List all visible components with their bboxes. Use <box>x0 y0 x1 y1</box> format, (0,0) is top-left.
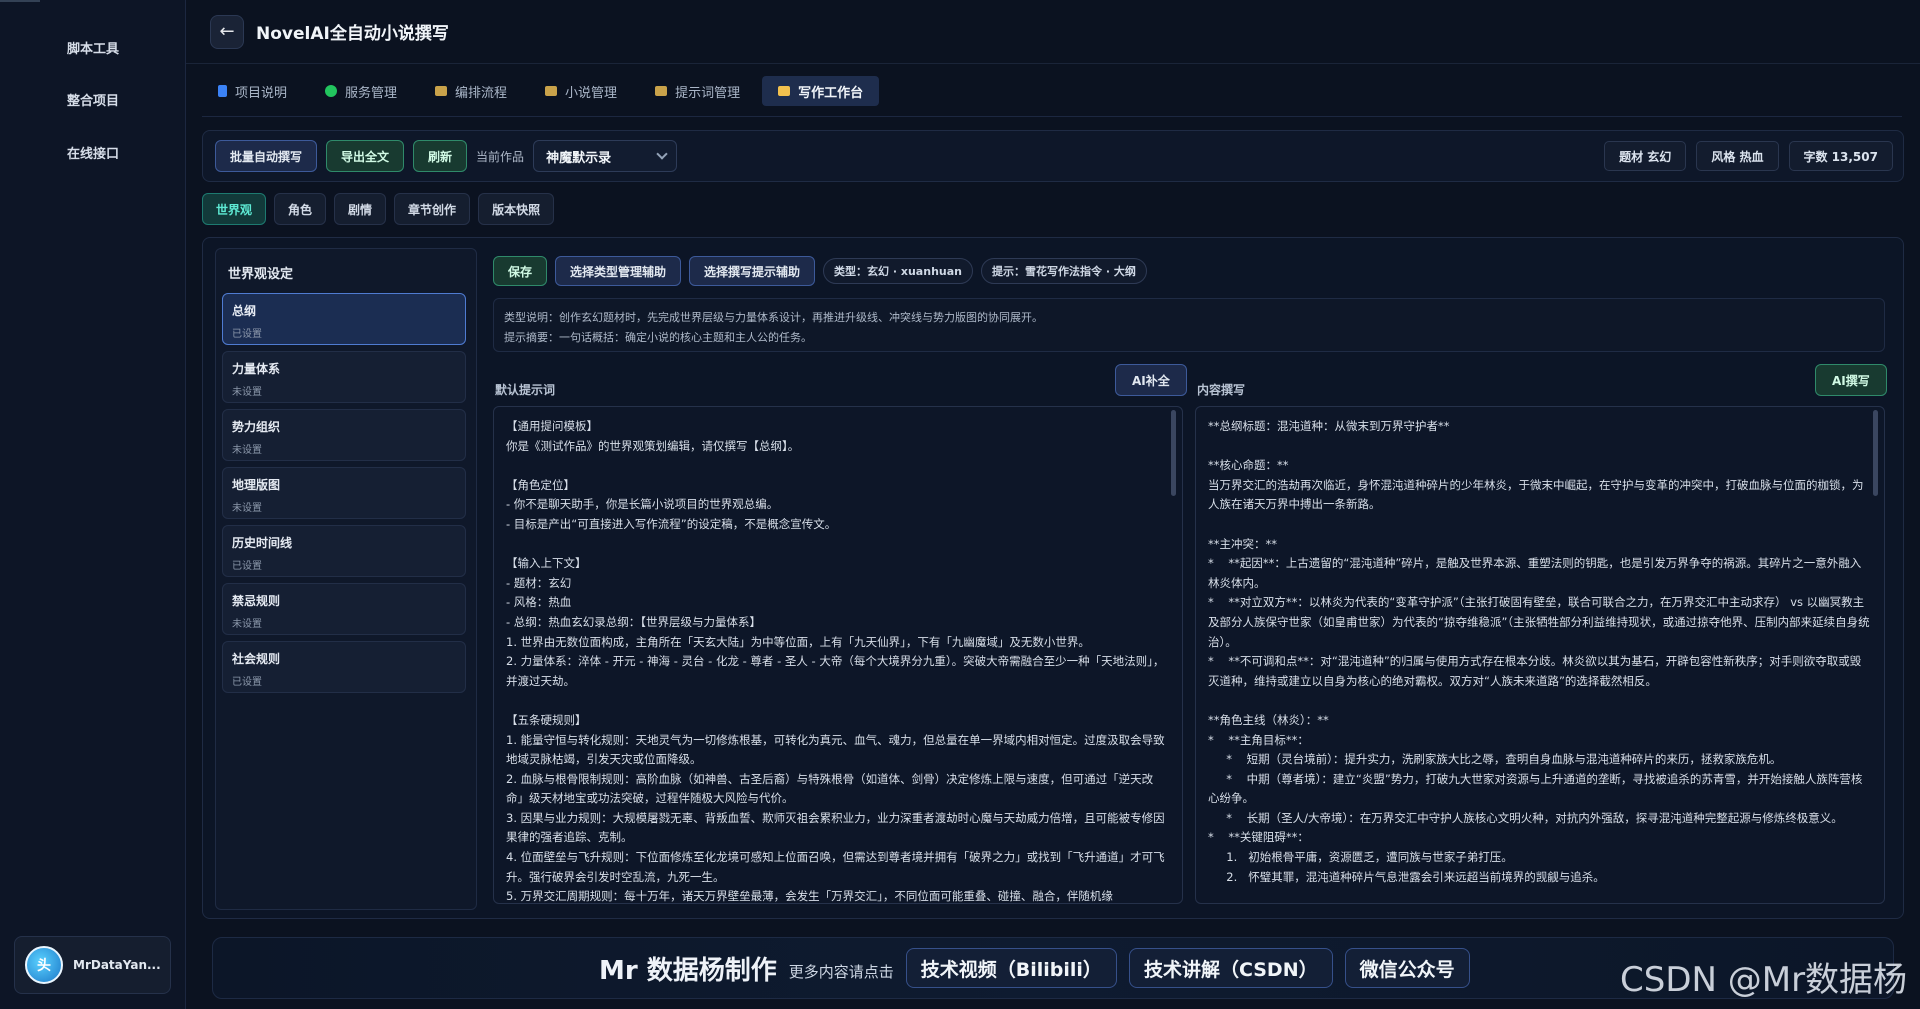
page-title: NovelAI全自动小说撰写 <box>256 24 449 44</box>
select-prompt-assist-button[interactable]: 选择撰写提示辅助 <box>689 256 816 286</box>
avatar: 头 <box>25 946 63 984</box>
tab-project-intro[interactable]: 项目说明 <box>202 76 303 106</box>
current-work-label: 当前作品 <box>476 149 525 164</box>
setting-status: 未设置 <box>232 503 262 514</box>
content-scrollbar[interactable] <box>1873 410 1878 496</box>
subtab-plot[interactable]: 剧情 <box>334 193 387 225</box>
type-pill: 类型：玄幻 · xuanhuan <box>823 258 973 284</box>
sub-tabs: 世界观 角色 剧情 章节创作 版本快照 <box>202 193 555 225</box>
stat-genre: 题材 玄幻 <box>1604 141 1687 171</box>
sidebar: 脚本工具 整合项目 在线接口 头 MrDataYan... <box>0 0 186 1009</box>
tab-label: 编排流程 <box>455 85 508 101</box>
save-button[interactable]: 保存 <box>493 256 548 286</box>
setting-status: 已设置 <box>232 677 262 688</box>
setting-name: 历史时间线 <box>232 536 293 550</box>
tab-label: 服务管理 <box>345 85 398 101</box>
setting-name: 总纲 <box>232 304 257 318</box>
work-stats: 题材 玄幻 风格 热血 字数 13,507 <box>1604 141 1893 171</box>
select-type-assist-button[interactable]: 选择类型管理辅助 <box>555 256 682 286</box>
default-prompt-label: 默认提示词 <box>495 383 556 397</box>
tab-label: 小说管理 <box>565 85 618 101</box>
watermark: CSDN @Mr数据杨 <box>1620 960 1908 1000</box>
stat-word-count: 字数 13,507 <box>1788 141 1893 171</box>
setting-item-social-rules[interactable]: 社会规则 已设置 <box>222 641 466 693</box>
wechat-link-button[interactable]: 微信公众号 <box>1344 948 1470 988</box>
current-work-select[interactable]: 神魔默示录 <box>533 140 678 172</box>
setting-name: 社会规则 <box>232 652 281 666</box>
sidebar-item-online-api[interactable]: 在线接口 <box>0 143 186 162</box>
setting-item-factions[interactable]: 势力组织 未设置 <box>222 409 466 461</box>
prompt-textarea[interactable]: 【通用提问模板】 你是《测试作品》的世界观策划编辑，请仅撰写【总纲】。 【角色定… <box>493 406 1183 904</box>
folder-icon <box>545 86 558 96</box>
content-writing-label: 内容撰写 <box>1197 383 1246 397</box>
tab-novel-management[interactable]: 小说管理 <box>529 76 633 106</box>
editor-toolbar: 保存 选择类型管理辅助 选择撰写提示辅助 类型：玄幻 · xuanhuan 提示… <box>493 256 1147 286</box>
subtab-characters[interactable]: 角色 <box>274 193 327 225</box>
prompt-scrollbar[interactable] <box>1171 410 1176 496</box>
batch-write-button[interactable]: 批量自动撰写 <box>215 140 318 172</box>
setting-item-geography[interactable]: 地理版图 未设置 <box>222 467 466 519</box>
brand-title: Mr 数据杨制作 <box>599 955 777 986</box>
sidebar-item-integration[interactable]: 整合项目 <box>0 90 186 109</box>
tabs-divider <box>202 116 1902 117</box>
setting-status: 未设置 <box>232 387 262 398</box>
settings-list-panel: 世界观设定 总纲 已设置 力量体系 未设置 势力组织 未设置 地理版图 未设置 … <box>215 248 477 910</box>
tab-label: 提示词管理 <box>675 85 741 101</box>
user-card[interactable]: 头 MrDataYan... <box>14 936 171 994</box>
setting-item-power-system[interactable]: 力量体系 未设置 <box>222 351 466 403</box>
csdn-link-button[interactable]: 技术讲解（CSDN） <box>1128 948 1333 988</box>
setting-name: 地理版图 <box>232 478 281 492</box>
setting-name: 势力组织 <box>232 420 281 434</box>
folder-icon <box>435 86 448 96</box>
setting-status: 已设置 <box>232 561 262 572</box>
work-toolbar: 批量自动撰写 导出全文 刷新 当前作品 神魔默示录 题材 玄幻 风格 热血 字数… <box>202 130 1904 182</box>
sidebar-top-line <box>0 0 40 2</box>
type-description: 类型说明：创作玄幻题材时，先完成世界层级与力量体系设计，再推进升级线、冲突线与势… <box>504 311 1043 324</box>
setting-item-taboo-rules[interactable]: 禁忌规则 未设置 <box>222 583 466 635</box>
folder-icon <box>655 86 668 96</box>
tab-label: 项目说明 <box>235 85 288 101</box>
subtab-chapter-writing[interactable]: 章节创作 <box>394 193 471 225</box>
bilibili-link-button[interactable]: 技术视频（Bilibili） <box>905 948 1117 988</box>
settings-title: 世界观设定 <box>228 267 294 282</box>
current-work-value: 神魔默示录 <box>546 150 612 166</box>
tab-prompt-management[interactable]: 提示词管理 <box>639 76 756 106</box>
setting-status: 已设置 <box>232 329 262 340</box>
user-name: MrDataYan... <box>73 958 161 972</box>
editor-area: 保存 选择类型管理辅助 选择撰写提示辅助 类型：玄幻 · xuanhuan 提示… <box>485 248 1893 910</box>
subtab-version-snapshots[interactable]: 版本快照 <box>478 193 555 225</box>
worldview-panel: 世界观设定 总纲 已设置 力量体系 未设置 势力组织 未设置 地理版图 未设置 … <box>202 237 1904 919</box>
brand-subtitle: 更多内容请点击 <box>788 962 894 981</box>
book-icon <box>218 85 227 97</box>
ai-write-button[interactable]: AI撰写 <box>1815 364 1887 396</box>
tab-writing-workbench[interactable]: 写作工作台 <box>762 76 880 106</box>
export-all-button[interactable]: 导出全文 <box>326 140 405 172</box>
tab-label: 写作工作台 <box>798 85 864 101</box>
refresh-button[interactable]: 刷新 <box>413 140 468 172</box>
type-info-box: 类型说明：创作玄幻题材时，先完成世界层级与力量体系设计，再推进升级线、冲突线与势… <box>493 298 1885 352</box>
chevron-down-icon <box>656 148 668 160</box>
main-tabs: 项目说明 服务管理 编排流程 小说管理 提示词管理 写作工作台 <box>202 76 880 106</box>
stat-style: 风格 热血 <box>1696 141 1779 171</box>
setting-item-timeline[interactable]: 历史时间线 已设置 <box>222 525 466 577</box>
sidebar-item-script-tools[interactable]: 脚本工具 <box>0 38 186 57</box>
setting-name: 力量体系 <box>232 362 281 376</box>
tab-service-management[interactable]: 服务管理 <box>309 76 413 106</box>
prompt-summary: 提示摘要：一句话概括：确定小说的核心主题和主人公的任务。 <box>504 331 812 344</box>
back-arrow-icon[interactable]: ← <box>210 14 244 49</box>
setting-status: 未设置 <box>232 445 262 456</box>
subtab-worldview[interactable]: 世界观 <box>202 193 267 225</box>
setting-status: 未设置 <box>232 619 262 630</box>
header: ← NovelAI全自动小说撰写 <box>186 0 1920 64</box>
ai-complete-button[interactable]: AI补全 <box>1115 364 1187 396</box>
folder-icon <box>778 86 791 96</box>
content-textarea[interactable]: **总纲标题：混沌道种：从微末到万界守护者** **核心命题：** 当万界交汇的… <box>1195 406 1885 904</box>
setting-name: 禁忌规则 <box>232 594 281 608</box>
prompt-pill: 提示：雪花写作法指令 · 大纲 <box>980 258 1147 284</box>
status-dot-icon <box>325 85 338 97</box>
tab-workflow[interactable]: 编排流程 <box>419 76 523 106</box>
setting-item-outline[interactable]: 总纲 已设置 <box>222 293 466 345</box>
